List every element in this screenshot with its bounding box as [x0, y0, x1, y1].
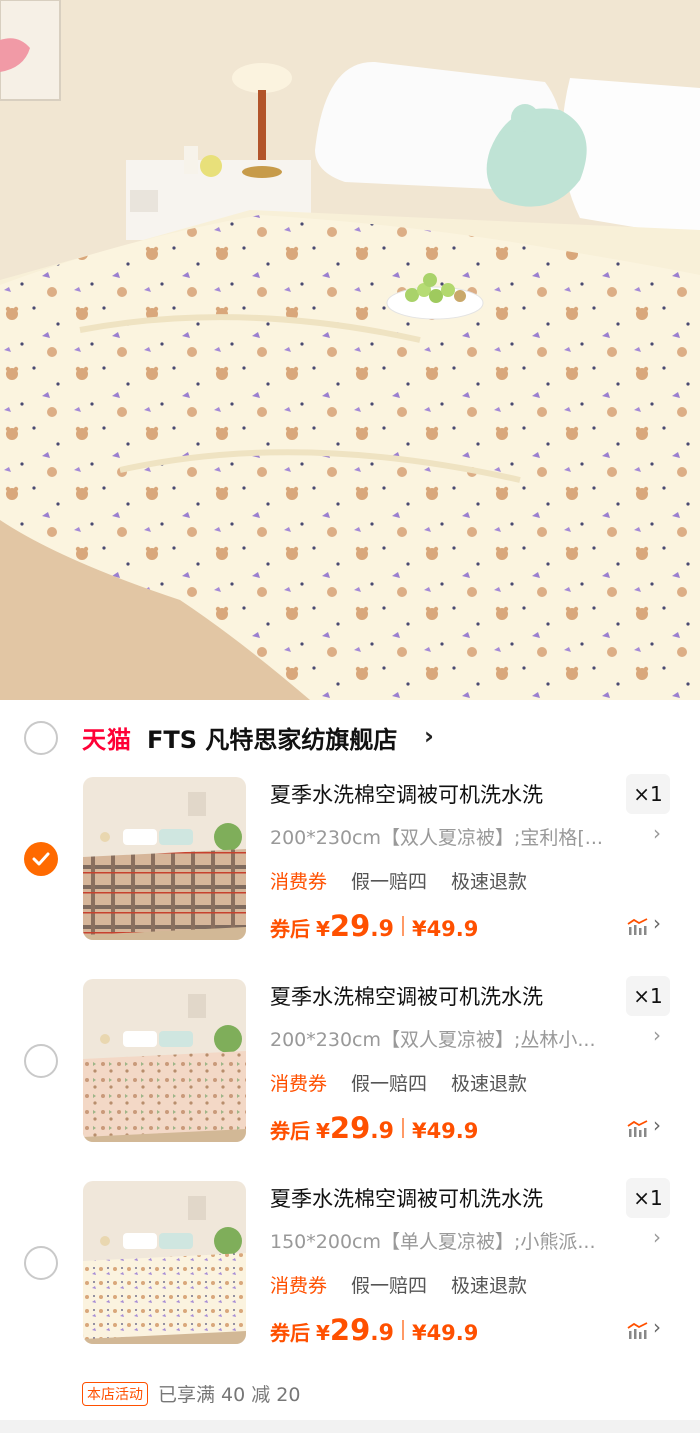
cart-item: 夏季水洗棉空调被可机洗水洗 ×1 200*230cm【双人夏凉被】;丛林小...…: [0, 976, 700, 1169]
after-coupon-label: 券后: [270, 1119, 310, 1143]
service-tags: 消费券 假一赔四 极速退款: [270, 1069, 527, 1096]
store-promo: 本店活动 已享满 40 减 20: [82, 1380, 300, 1407]
quantity-badge[interactable]: ×1: [626, 976, 670, 1016]
price-decimal: .9: [370, 1119, 394, 1144]
price-row: 券后 ¥ 29 .9 ¥49.9: [270, 909, 478, 943]
check-icon: [32, 852, 50, 866]
cart-item: 夏季水洗棉空调被可机洗水洗 ×1 200*230cm【双人夏凉被】;宝利格[..…: [0, 774, 700, 967]
price-trend-icon[interactable]: [627, 918, 649, 936]
chevron-right-icon[interactable]: ›: [653, 1023, 661, 1047]
tag-coupon: 消费券: [270, 871, 328, 893]
currency-symbol: ¥: [316, 1321, 330, 1345]
price-integer: 29: [329, 909, 371, 943]
price-row: 券后 ¥ 29 .9 ¥49.9: [270, 1313, 478, 1347]
promo-badge: 本店活动: [82, 1381, 148, 1406]
tag-fast-refund: 极速退款: [451, 1275, 528, 1297]
chevron-right-icon[interactable]: ›: [424, 722, 434, 750]
product-title[interactable]: 夏季水洗棉空调被可机洗水洗: [270, 1183, 543, 1213]
tag-fake-compensation: 假一赔四: [351, 1073, 428, 1095]
tag-fake-compensation: 假一赔四: [351, 871, 428, 893]
tag-coupon: 消费券: [270, 1275, 328, 1297]
price-row: 券后 ¥ 29 .9 ¥49.9: [270, 1111, 478, 1145]
tag-coupon: 消费券: [270, 1073, 328, 1095]
price-trend-icon[interactable]: [627, 1322, 649, 1340]
quantity-badge[interactable]: ×1: [626, 774, 670, 814]
chevron-right-icon[interactable]: ›: [653, 911, 661, 935]
price-decimal: .9: [370, 1321, 394, 1346]
item-select-radio[interactable]: [24, 842, 58, 876]
product-hero-image: [0, 0, 700, 700]
price-decimal: .9: [370, 917, 394, 942]
shop-name-link[interactable]: FTS 凡特思家纺旗舰店: [147, 720, 397, 755]
price-divider: [401, 1118, 404, 1138]
promo-text: 已享满 40 减 20: [158, 1384, 301, 1406]
tag-fast-refund: 极速退款: [451, 871, 528, 893]
product-thumbnail[interactable]: [83, 1181, 246, 1344]
chevron-right-icon[interactable]: ›: [653, 821, 661, 845]
currency-symbol: ¥: [316, 917, 330, 941]
tag-fast-refund: 极速退款: [451, 1073, 528, 1095]
tag-fake-compensation: 假一赔四: [351, 1275, 428, 1297]
price-integer: 29: [329, 1111, 371, 1145]
shop-header: 天猫 FTS 凡特思家纺旗舰店 ›: [0, 700, 700, 778]
chevron-right-icon[interactable]: ›: [653, 1113, 661, 1137]
chevron-right-icon[interactable]: ›: [653, 1315, 661, 1339]
tmall-logo: 天猫: [82, 726, 132, 754]
service-tags: 消费券 假一赔四 极速退款: [270, 1271, 527, 1298]
cart-item: 夏季水洗棉空调被可机洗水洗 ×1 150*200cm【单人夏凉被】;小熊派...…: [0, 1178, 700, 1371]
item-select-radio[interactable]: [24, 1246, 58, 1280]
product-thumbnail[interactable]: [83, 777, 246, 940]
price-integer: 29: [329, 1313, 371, 1347]
sku-selector[interactable]: 200*230cm【双人夏凉被】;宝利格[...: [270, 823, 632, 850]
service-tags: 消费券 假一赔四 极速退款: [270, 867, 527, 894]
product-thumbnail[interactable]: [83, 979, 246, 1142]
sku-selector[interactable]: 200*230cm【双人夏凉被】;丛林小...: [270, 1025, 632, 1052]
chevron-right-icon[interactable]: ›: [653, 1225, 661, 1249]
price-divider: [401, 916, 404, 936]
section-divider: [0, 1420, 700, 1433]
product-title[interactable]: 夏季水洗棉空调被可机洗水洗: [270, 981, 543, 1011]
sku-selector[interactable]: 150*200cm【单人夏凉被】;小熊派...: [270, 1227, 632, 1254]
shop-select-radio[interactable]: [24, 721, 58, 755]
original-price: ¥49.9: [411, 917, 479, 941]
after-coupon-label: 券后: [270, 1321, 310, 1345]
after-coupon-label: 券后: [270, 917, 310, 941]
quantity-badge[interactable]: ×1: [626, 1178, 670, 1218]
currency-symbol: ¥: [316, 1119, 330, 1143]
price-divider: [401, 1320, 404, 1340]
price-trend-icon[interactable]: [627, 1120, 649, 1138]
original-price: ¥49.9: [411, 1119, 479, 1143]
original-price: ¥49.9: [411, 1321, 479, 1345]
product-title[interactable]: 夏季水洗棉空调被可机洗水洗: [270, 779, 543, 809]
item-select-radio[interactable]: [24, 1044, 58, 1078]
